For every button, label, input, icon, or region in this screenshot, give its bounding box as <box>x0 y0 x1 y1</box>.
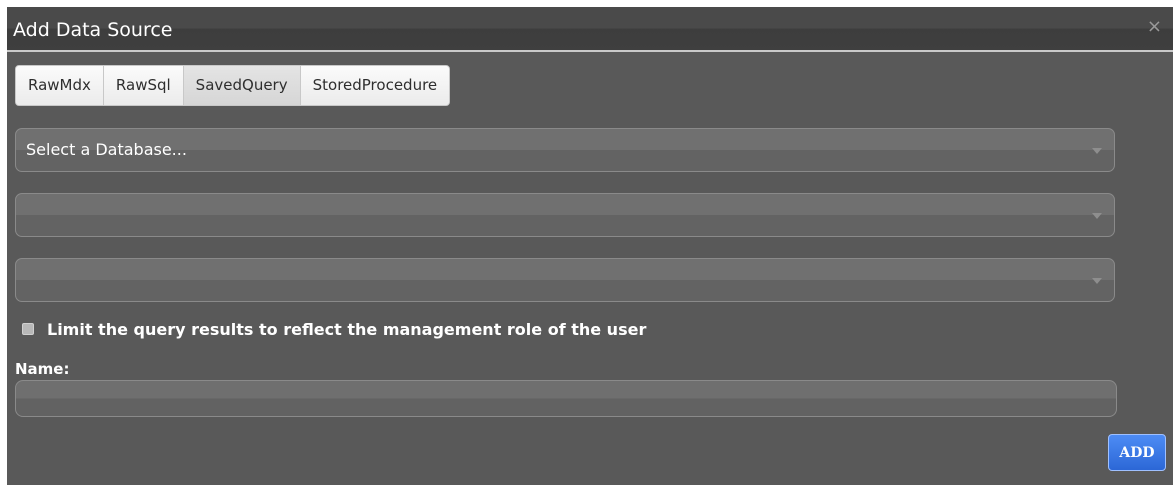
tab-savedquery[interactable]: SavedQuery <box>183 66 301 105</box>
dialog-titlebar: Add Data Source × <box>7 7 1173 52</box>
chevron-down-icon <box>1092 213 1102 219</box>
parameter-select[interactable] <box>15 258 1115 302</box>
add-data-source-dialog: Add Data Source × RawMdx RawSql SavedQue… <box>7 7 1173 485</box>
database-select-placeholder: Select a Database... <box>26 140 187 159</box>
limit-results-row: Limit the query results to reflect the m… <box>22 318 646 340</box>
name-input[interactable] <box>15 380 1117 417</box>
tab-storedprocedure[interactable]: StoredProcedure <box>300 66 450 105</box>
name-label: Name: <box>15 360 70 378</box>
limit-results-label: Limit the query results to reflect the m… <box>47 319 647 339</box>
tab-rawmdx[interactable]: RawMdx <box>16 66 104 105</box>
chevron-down-icon <box>1092 278 1102 284</box>
source-type-tabs: RawMdx RawSql SavedQuery StoredProcedure <box>15 65 451 106</box>
tab-rawsql[interactable]: RawSql <box>103 66 184 105</box>
add-button[interactable]: ADD <box>1108 434 1166 471</box>
chevron-down-icon <box>1092 148 1102 154</box>
query-select[interactable] <box>15 193 1115 237</box>
dialog-title: Add Data Source <box>13 19 173 41</box>
limit-results-checkbox[interactable] <box>22 323 34 335</box>
close-icon[interactable]: × <box>1147 17 1162 37</box>
database-select[interactable]: Select a Database... <box>15 128 1115 172</box>
